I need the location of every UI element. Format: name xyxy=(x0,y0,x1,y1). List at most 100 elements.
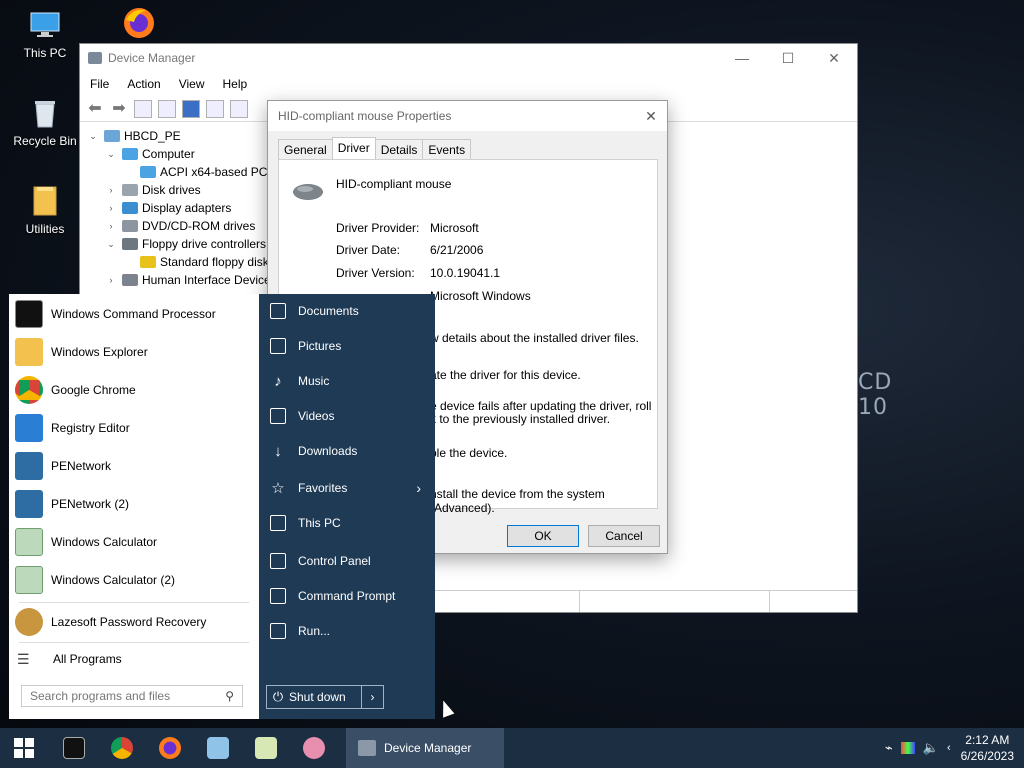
mouse-pointer-icon xyxy=(437,698,455,718)
expand-chevron-icon[interactable]: ⌄ xyxy=(104,239,118,250)
maximize-button[interactable]: ☐ xyxy=(765,44,811,72)
place-command-prompt[interactable]: Command Prompt xyxy=(259,579,435,613)
tree-node[interactable]: › Display adapters xyxy=(104,199,232,217)
network-status-icon[interactable]: ⌁ xyxy=(885,740,893,756)
shutdown-button[interactable]: ⏻ Shut down › xyxy=(266,685,384,709)
start-item-cmd[interactable]: Windows Command Processor xyxy=(9,295,259,333)
place-label: Documents xyxy=(298,304,359,318)
desktop-icon-this-pc[interactable]: This PC xyxy=(10,8,80,60)
tree-node[interactable]: Standard floppy disk xyxy=(122,253,269,271)
toolbar-button[interactable] xyxy=(134,99,152,118)
desktop-icon-firefox[interactable] xyxy=(104,6,174,44)
tree-node[interactable]: › DVD/CD-ROM drives xyxy=(104,217,256,235)
toolbar-button[interactable] xyxy=(158,99,176,118)
start-item-label: Windows Calculator (2) xyxy=(51,573,176,587)
expand-chevron-icon[interactable]: ⌄ xyxy=(86,131,100,142)
disk-drive-icon xyxy=(122,184,138,196)
tree-node-label: Disk drives xyxy=(142,183,201,197)
taskbar-firefox[interactable] xyxy=(146,728,194,768)
start-item-chrome[interactable]: Google Chrome xyxy=(9,371,259,409)
taskbar-paint[interactable] xyxy=(290,728,338,768)
system-tray: ⌁ 🔈 ‹ 2:12 AM 6/26/2023 xyxy=(881,728,1024,768)
star-icon: ☆ xyxy=(271,480,285,497)
tree-node[interactable]: › Disk drives xyxy=(104,181,201,199)
field-key: Driver Provider: xyxy=(336,221,420,235)
place-music[interactable]: ♪ Music xyxy=(259,364,435,398)
expand-chevron-icon[interactable]: › xyxy=(104,275,118,285)
taskbar-cmd[interactable] xyxy=(50,728,98,768)
cancel-button[interactable]: Cancel xyxy=(588,525,660,547)
expand-chevron-icon[interactable]: ⌄ xyxy=(104,149,118,160)
menu-help[interactable]: Help xyxy=(223,77,248,91)
desktop-icon-utilities[interactable]: Utilities xyxy=(10,184,80,236)
place-this-pc[interactable]: This PC xyxy=(259,506,435,540)
tree-node[interactable]: ⌄ Floppy drive controllers xyxy=(104,235,266,253)
desktop-icon-recycle-bin[interactable]: Recycle Bin xyxy=(10,96,80,148)
place-documents[interactable]: Documents xyxy=(259,294,435,328)
document-icon xyxy=(270,303,286,319)
toolbar-button[interactable] xyxy=(206,99,224,118)
place-control-panel[interactable]: Control Panel xyxy=(259,544,435,578)
place-videos[interactable]: Videos xyxy=(259,399,435,433)
back-arrow-icon[interactable]: ⬅ xyxy=(86,100,104,118)
start-item-penetwork-2[interactable]: PENetwork (2) xyxy=(9,485,259,523)
menu-file[interactable]: File xyxy=(90,77,109,91)
clock[interactable]: 2:12 AM 6/26/2023 xyxy=(961,732,1014,764)
network-icon xyxy=(15,452,43,480)
close-button[interactable]: ✕ xyxy=(811,44,857,72)
chevron-up-icon[interactable]: ‹ xyxy=(947,742,951,754)
disable-device-desc: ble the device. xyxy=(430,446,508,460)
expand-chevron-icon[interactable]: › xyxy=(104,221,118,231)
taskbar-notepad[interactable] xyxy=(242,728,290,768)
shutdown-options-chevron-icon[interactable]: › xyxy=(361,686,383,708)
search-placeholder: Search programs and files xyxy=(30,689,171,703)
place-favorites[interactable]: ☆ Favorites › xyxy=(259,471,435,505)
start-item-label: Windows Calculator xyxy=(51,535,158,549)
place-run[interactable]: Run... xyxy=(259,614,435,648)
field-value: 6/21/2006 xyxy=(430,243,484,257)
taskbar-explorer[interactable] xyxy=(194,728,242,768)
scan-hardware-icon[interactable] xyxy=(230,99,248,118)
tree-node-label: Floppy drive controllers xyxy=(142,237,267,251)
recycle-bin-icon xyxy=(28,96,62,130)
tree-node-label: HBCD_PE xyxy=(124,129,181,143)
expand-chevron-icon[interactable]: › xyxy=(104,203,118,213)
all-programs[interactable]: ☰ All Programs xyxy=(9,640,259,678)
driver-details-desc: w details about the installed driver fil… xyxy=(430,331,639,345)
search-input[interactable]: Search programs and files ⚲ xyxy=(21,685,243,707)
expand-chevron-icon[interactable]: › xyxy=(104,185,118,195)
start-item-explorer[interactable]: Windows Explorer xyxy=(9,333,259,371)
forward-arrow-icon[interactable]: ➡ xyxy=(110,100,128,118)
start-item-label: Google Chrome xyxy=(51,383,136,397)
tree-node[interactable]: ⌄ HBCD_PE xyxy=(86,127,181,145)
place-downloads[interactable]: ↓ Downloads xyxy=(259,434,435,468)
start-item-calculator[interactable]: Windows Calculator xyxy=(9,523,259,561)
start-button[interactable] xyxy=(0,728,48,768)
help-icon[interactable] xyxy=(182,99,200,118)
taskbar-device-manager[interactable]: Device Manager xyxy=(346,728,504,768)
start-item-lazesoft[interactable]: Lazesoft Password Recovery xyxy=(9,603,259,641)
close-icon[interactable]: ✕ xyxy=(641,106,661,126)
place-label: Downloads xyxy=(298,444,358,458)
tree-node-label: ACPI x64-based PC xyxy=(160,165,268,179)
chrome-icon xyxy=(15,376,43,404)
menu-view[interactable]: View xyxy=(179,77,205,91)
tree-node[interactable]: › Human Interface Device xyxy=(104,271,271,289)
start-item-regedit[interactable]: Registry Editor xyxy=(9,409,259,447)
minimize-button[interactable]: — xyxy=(719,44,765,72)
taskbar-chrome[interactable] xyxy=(98,728,146,768)
ok-button[interactable]: OK xyxy=(507,525,579,547)
place-pictures[interactable]: Pictures xyxy=(259,329,435,363)
tree-node[interactable]: ⌄ Computer xyxy=(104,145,194,163)
window-title: Device Manager xyxy=(108,51,196,65)
tab-driver[interactable]: Driver xyxy=(331,137,376,160)
dialog-titlebar[interactable]: HID-compliant mouse Properties xyxy=(268,101,667,131)
volume-muted-icon[interactable]: 🔈 xyxy=(923,740,939,756)
display-icon[interactable] xyxy=(900,742,915,754)
field-value: Microsoft Windows xyxy=(430,289,531,303)
start-item-penetwork[interactable]: PENetwork xyxy=(9,447,259,485)
tree-node[interactable]: ACPI x64-based PC xyxy=(122,163,267,181)
monitor-icon xyxy=(140,166,156,178)
start-item-calculator-2[interactable]: Windows Calculator (2) xyxy=(9,561,259,599)
menu-action[interactable]: Action xyxy=(127,77,160,91)
